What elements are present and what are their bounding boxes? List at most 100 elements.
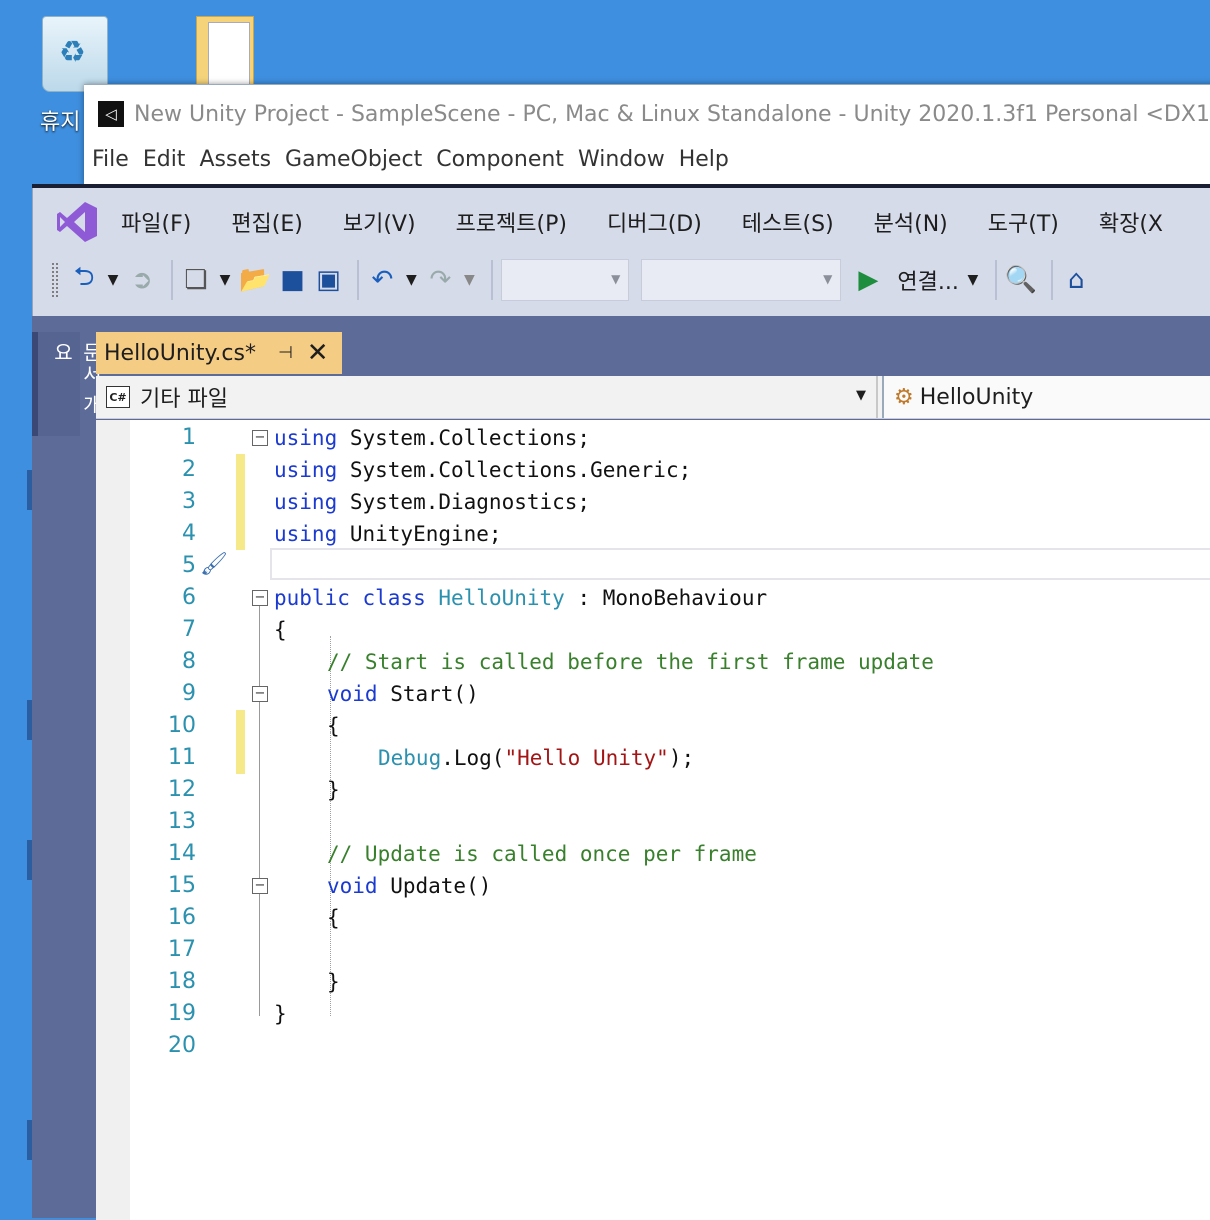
- project-dropdown-label: 기타 파일: [140, 387, 228, 412]
- code-token: Update(): [377, 874, 492, 898]
- type-name: HelloUnity: [438, 586, 565, 610]
- code-line: 17: [96, 934, 1210, 966]
- vs-menu-view[interactable]: 보기(V): [343, 206, 416, 238]
- code-text: Debug.Log("Hello Unity");: [378, 742, 694, 774]
- document-outline-tab[interactable]: 문서 개요: [32, 332, 103, 436]
- collapse-icon[interactable]: −: [252, 878, 268, 894]
- chevron-down-icon: ▼: [856, 388, 866, 403]
- vs-menu-project[interactable]: 프로젝트(P): [456, 206, 567, 238]
- code-line: 11 Debug.Log("Hello Unity");: [96, 742, 1210, 774]
- toolbar-separator: [357, 260, 360, 300]
- redo-icon[interactable]: ↷: [425, 262, 455, 298]
- navigation-bar: C# 기타 파일 ▼ ⚙ HelloUnity: [96, 376, 1210, 419]
- code-editor[interactable]: 🖌 1 − using System.Collections; 2 using …: [96, 420, 1210, 1220]
- comment: // Start is called before the first fram…: [327, 650, 934, 674]
- back-dropdown-icon[interactable]: ▼: [105, 262, 121, 298]
- line-number: 15: [168, 873, 196, 898]
- visual-studio-window: 파일(F) 편집(E) 보기(V) 프로젝트(P) 디버그(D) 테스트(S) …: [32, 184, 1210, 1220]
- change-marker: [236, 742, 245, 774]
- code-line: 13: [96, 806, 1210, 838]
- unity-menu-assets[interactable]: Assets: [199, 147, 271, 172]
- undo-dropdown-icon[interactable]: ▼: [403, 262, 419, 298]
- code-line: 12 }: [96, 774, 1210, 806]
- code-text: {: [327, 714, 340, 738]
- toolbar-grip[interactable]: [51, 262, 59, 298]
- change-marker: [236, 454, 245, 486]
- pin-icon[interactable]: ⊣: [278, 343, 293, 363]
- type-dropdown[interactable]: ⚙ HelloUnity: [882, 376, 1210, 418]
- save-icon[interactable]: ■: [277, 262, 307, 298]
- code-text: using UnityEngine;: [274, 518, 502, 550]
- vs-menu-extensions[interactable]: 확장(X: [1099, 206, 1163, 238]
- line-number: 20: [168, 1033, 196, 1058]
- keyword: using: [274, 426, 338, 450]
- unity-menu-gameobject[interactable]: GameObject: [285, 147, 422, 172]
- undo-icon[interactable]: ↶: [367, 262, 397, 298]
- line-number: 1: [182, 425, 196, 450]
- code-token: System.Diagnostics;: [337, 490, 591, 514]
- vs-menu-debug[interactable]: 디버그(D): [607, 206, 702, 238]
- vs-menu-tools[interactable]: 도구(T): [988, 206, 1059, 238]
- unity-menu-window[interactable]: Window: [578, 147, 665, 172]
- code-line: 2 using System.Collections.Generic;: [96, 454, 1210, 486]
- solution-config-dropdown[interactable]: [501, 259, 630, 301]
- run-dropdown-icon[interactable]: ▼: [965, 262, 981, 298]
- code-line: 10 {: [96, 710, 1210, 742]
- code-line: 9 − void Start(): [96, 678, 1210, 710]
- collapse-icon[interactable]: −: [252, 590, 268, 606]
- change-marker: [236, 486, 245, 518]
- vs-header: 파일(F) 편집(E) 보기(V) 프로젝트(P) 디버그(D) 테스트(S) …: [32, 188, 1210, 316]
- new-project-dropdown-icon[interactable]: ▼: [217, 262, 233, 298]
- solution-platform-dropdown[interactable]: [641, 259, 842, 301]
- code-token: System.Collections.Generic;: [337, 458, 692, 482]
- code-token: );: [668, 746, 695, 770]
- unity-menu-edit[interactable]: Edit: [143, 147, 186, 172]
- vs-menu-file[interactable]: 파일(F): [121, 206, 191, 238]
- close-icon[interactable]: ✕: [307, 338, 329, 368]
- run-play-icon[interactable]: ▶: [853, 262, 883, 298]
- line-number: 9: [182, 681, 196, 706]
- collapse-icon[interactable]: −: [252, 686, 268, 702]
- tab-hellounity-cs[interactable]: HelloUnity.cs* ⊣ ✕: [96, 332, 342, 374]
- back-icon[interactable]: ⮌: [69, 262, 99, 298]
- comment: // Update is called once per frame: [327, 842, 757, 866]
- code-line: 18 }: [96, 966, 1210, 998]
- line-number: 11: [168, 745, 196, 770]
- recycle-bin-icon[interactable]: [36, 10, 116, 92]
- code-token: UnityEngine;: [337, 522, 502, 546]
- unity-menu-file[interactable]: File: [92, 147, 129, 172]
- code-token: .Log(: [441, 746, 505, 770]
- save-all-icon[interactable]: ▣: [313, 262, 343, 298]
- type-dropdown-label: HelloUnity: [919, 384, 1034, 410]
- document-icon[interactable]: [196, 16, 256, 90]
- line-number: 4: [182, 521, 196, 546]
- project-dropdown[interactable]: C# 기타 파일 ▼: [96, 376, 878, 418]
- open-folder-icon[interactable]: 📂: [239, 262, 271, 298]
- unity-menu-component[interactable]: Component: [436, 147, 564, 172]
- keyword: using: [274, 458, 338, 482]
- code-text: void Update(): [327, 870, 491, 902]
- vs-menu-analyze[interactable]: 분석(N): [874, 206, 948, 238]
- forward-icon[interactable]: ➲: [127, 262, 157, 298]
- unity-title-bar[interactable]: ◁ New Unity Project - SampleScene - PC, …: [98, 99, 1210, 129]
- new-project-icon[interactable]: ❏: [181, 262, 211, 298]
- home-icon[interactable]: ⌂: [1061, 262, 1091, 298]
- collapse-icon[interactable]: −: [252, 430, 268, 446]
- code-line: 4 using UnityEngine;: [96, 518, 1210, 550]
- find-in-files-icon[interactable]: 🔍: [1005, 262, 1037, 298]
- code-line: 20: [96, 1030, 1210, 1062]
- vs-menu-test[interactable]: 테스트(S): [742, 206, 834, 238]
- code-token: System.Collections;: [337, 426, 591, 450]
- unity-menu-help[interactable]: Help: [679, 147, 729, 172]
- line-number: 16: [168, 905, 196, 930]
- visual-studio-logo-icon: [57, 202, 97, 242]
- unity-window: ◁ New Unity Project - SampleScene - PC, …: [84, 84, 1210, 185]
- code-line: 7 {: [96, 614, 1210, 646]
- redo-dropdown-icon[interactable]: ▼: [461, 262, 477, 298]
- change-marker: [236, 518, 245, 550]
- code-token: : MonoBehaviour: [564, 586, 768, 610]
- attach-run-button[interactable]: 연결...: [897, 264, 958, 296]
- class-icon: ⚙: [894, 384, 914, 410]
- vs-menu-edit[interactable]: 편집(E): [231, 206, 303, 238]
- code-line: 1 − using System.Collections;: [96, 422, 1210, 454]
